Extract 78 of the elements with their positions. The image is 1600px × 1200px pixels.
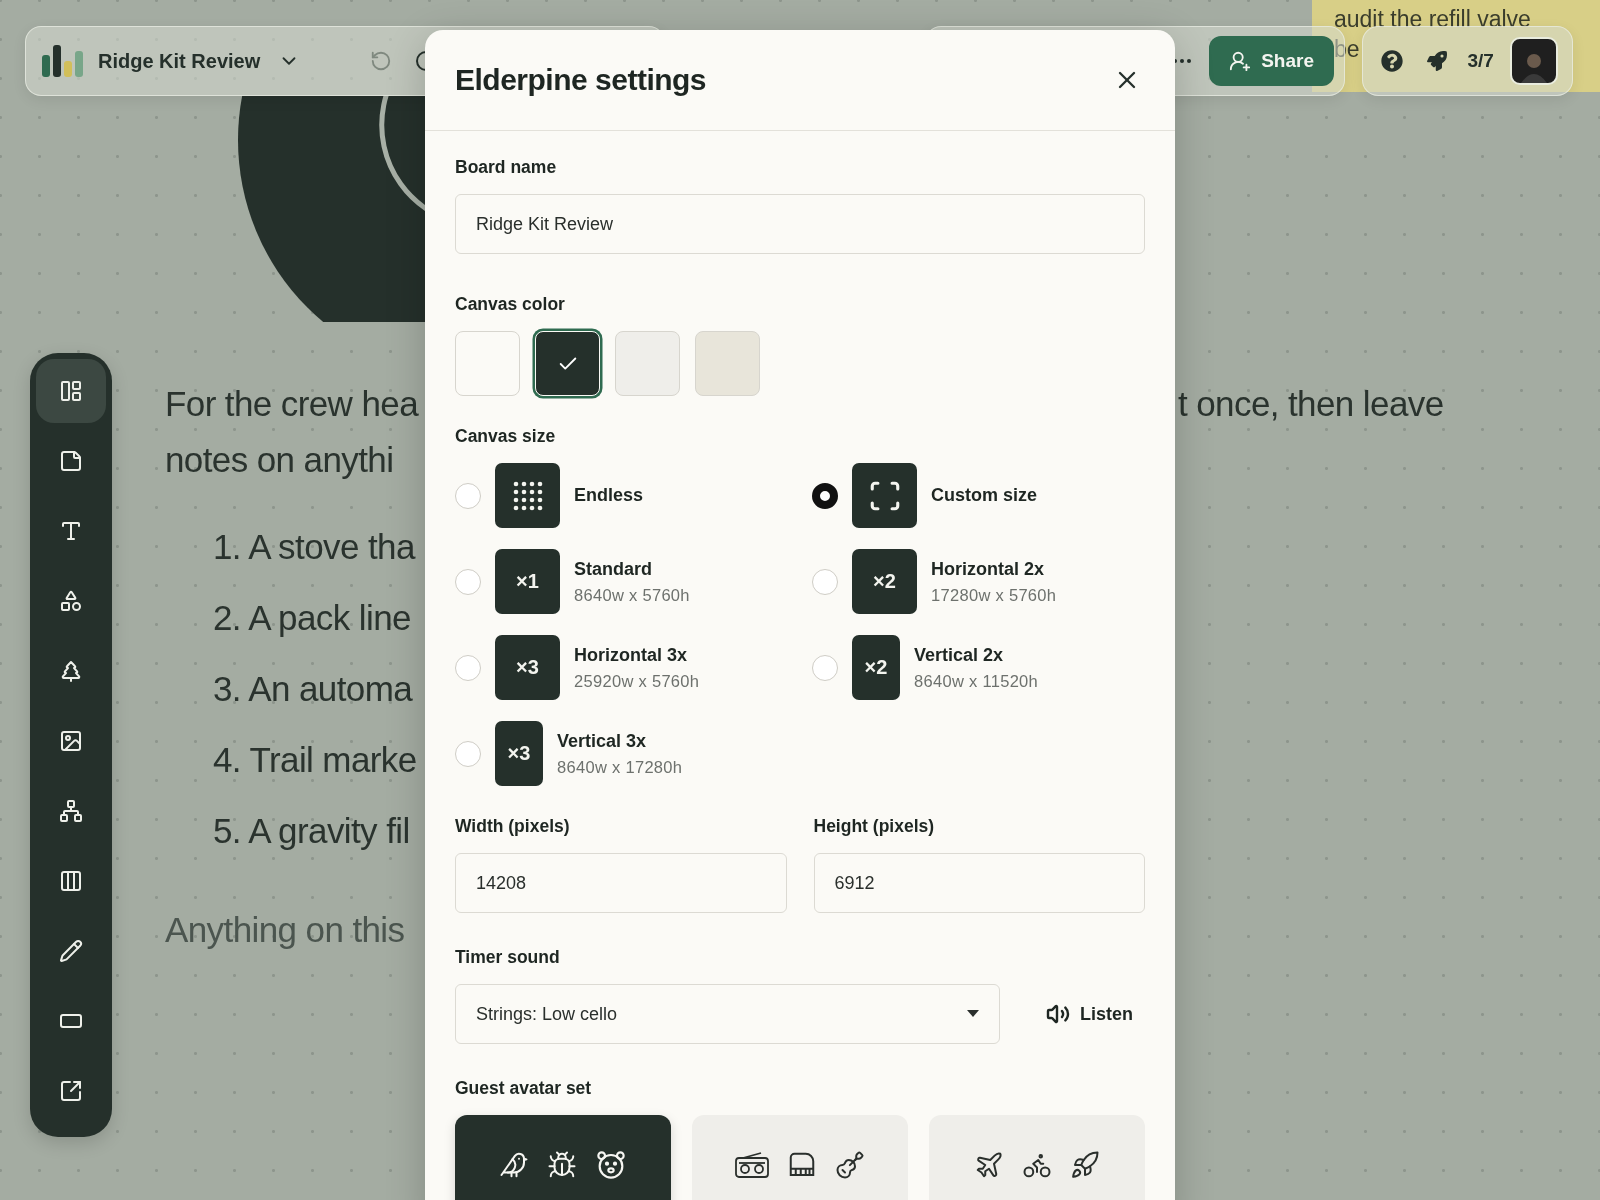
multiplier-tile: ×3 [495,635,560,700]
option-label: Vertical 3x [557,730,648,752]
list-item-text: 4. Trail marke [213,740,417,780]
dialog-title: Elderpine settings [455,63,707,97]
list-item-text: 5. A gravity fil [213,811,411,851]
field-label: Timer sound [455,947,561,968]
dot-grid-icon [512,480,543,511]
rocket-icon [1070,1150,1100,1180]
width-field[interactable]: 14208 [455,853,787,913]
canvas-text: For the crew hea [165,384,419,424]
rocket-icon [1427,51,1448,71]
radio-icon [735,1152,769,1178]
color-swatch[interactable] [695,331,760,396]
speaker-icon [1046,1002,1070,1026]
sticky-note-text: audit the refill valve [1334,5,1531,34]
field-label: Canvas color [455,294,566,315]
hierarchy-icon [59,799,83,823]
help-icon [1381,50,1403,72]
timer-sound-select[interactable]: Strings: Low cello [455,984,1000,1044]
color-swatch[interactable] [615,331,680,396]
shapes-icon [59,589,83,613]
avatar-set-option[interactable] [692,1115,908,1200]
color-swatch[interactable] [455,331,520,396]
more-icon [1173,59,1192,63]
sidebar-tool-button[interactable] [36,359,106,423]
option-label: Vertical 2x [914,644,1005,666]
option-dimensions: 8640w x 5760h [574,585,690,605]
option-label: Standard [574,558,653,580]
table-icon [59,869,83,893]
multiplier-tile: ×3 [495,721,543,786]
list-item-text: 3. An automa [213,669,414,709]
user-plus-icon [1229,50,1252,72]
option-dimensions: 8640w x 17280h [557,757,683,777]
option-dimensions: 25920w x 5760h [574,671,700,691]
field-label: Width (pixels) [455,816,571,837]
bug-icon [547,1150,577,1180]
option-dimensions: 17280w x 5760h [931,585,1057,605]
pencil-icon [59,939,83,963]
option-label: Horizontal 2x [931,558,1046,580]
board-title: Ridge Kit Review [98,49,261,73]
canvas-text: t once, then leave [1178,384,1444,424]
undo-icon [370,50,393,72]
option-dimensions: 8640w x 11520h [914,671,1039,691]
board-name-field[interactable]: Ridge Kit Review [455,194,1145,254]
canvas-text: notes on anythi [165,440,394,480]
multiplier-tile: ×2 [852,549,917,614]
layout-icon [59,379,83,403]
list-item-text: 1. A stove tha [213,527,417,567]
option-label: Endless [574,485,644,506]
avatar-set-option[interactable] [929,1115,1145,1200]
image-icon [59,729,83,753]
user-avatar[interactable] [1510,37,1558,85]
option-label: Horizontal 3x [574,644,689,666]
caret-icon [967,1010,979,1018]
field-label: Canvas size [455,426,557,447]
sticky-note-icon [59,449,83,473]
bar-chart-logo-icon [40,45,84,77]
bird-icon [499,1150,529,1180]
canvas-text: Anything on this [165,910,405,950]
height-field[interactable]: 6912 [813,853,1145,913]
listen-button[interactable]: Listen [1040,996,1139,1032]
radio-button[interactable] [812,482,838,509]
progress-count: 3/7 [1467,50,1494,72]
multiplier-tile: ×1 [495,549,560,614]
list-item-text: 2. A pack line [213,598,412,638]
tree-icon [59,659,83,683]
field-label: Height (pixels) [813,816,936,837]
bear-face-icon [595,1149,627,1181]
option-label: Custom size [931,485,1038,506]
avatar-set-option[interactable] [455,1115,671,1200]
field-label: Guest avatar set [455,1078,593,1099]
export-icon [59,1079,83,1103]
guitar-icon [835,1150,865,1180]
text-icon [59,519,83,543]
share-button[interactable]: Share [1209,36,1334,86]
plane-icon [974,1150,1004,1180]
field-label: Board name [455,157,558,178]
multiplier-tile: ×2 [852,635,900,700]
